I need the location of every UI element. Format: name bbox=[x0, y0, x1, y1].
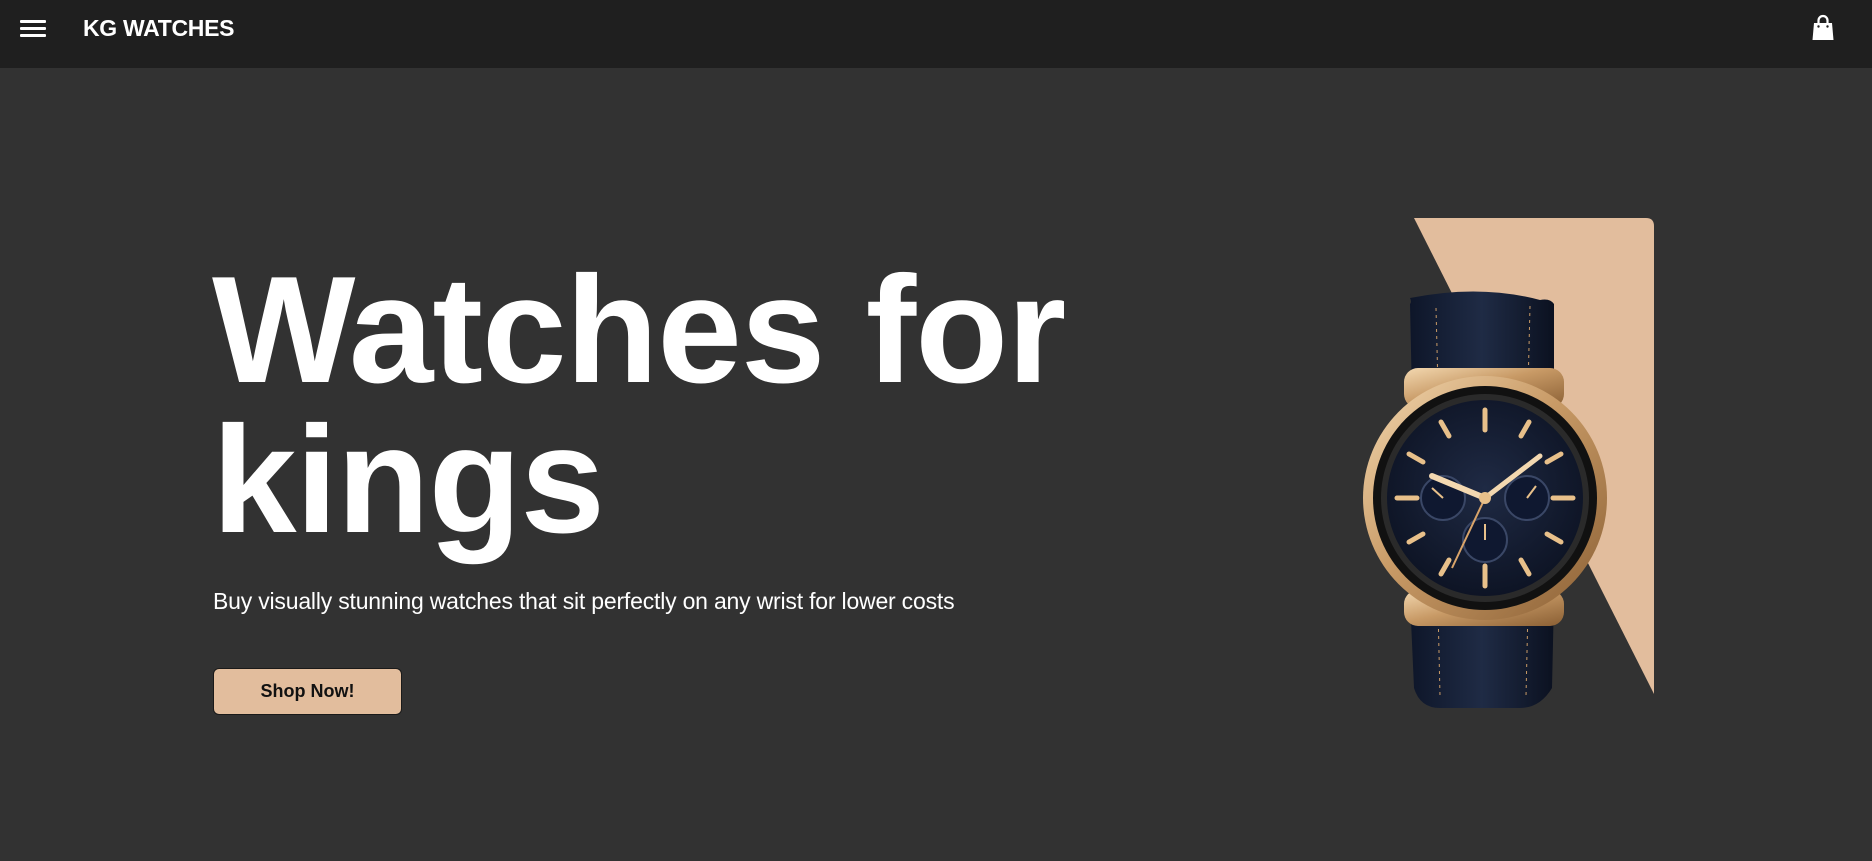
menu-bar-line bbox=[20, 34, 46, 37]
shopping-bag-icon[interactable] bbox=[1810, 14, 1836, 42]
shop-now-button[interactable]: Shop Now! bbox=[213, 668, 402, 715]
brand-logo[interactable]: KG WATCHES bbox=[83, 14, 234, 42]
hamburger-menu-icon[interactable] bbox=[20, 17, 46, 39]
top-navbar: KG WATCHES bbox=[0, 0, 1872, 68]
hero-subtitle: Buy visually stunning watches that sit p… bbox=[213, 588, 955, 614]
hero-title-line-1: Watches for bbox=[212, 245, 1066, 415]
menu-bar-line bbox=[20, 20, 46, 23]
hero-title: Watches for kings bbox=[212, 254, 1112, 556]
menu-bar-line bbox=[20, 27, 46, 30]
hero-title-line-2: kings bbox=[212, 395, 605, 565]
hero-watch-image bbox=[1340, 218, 1660, 718]
